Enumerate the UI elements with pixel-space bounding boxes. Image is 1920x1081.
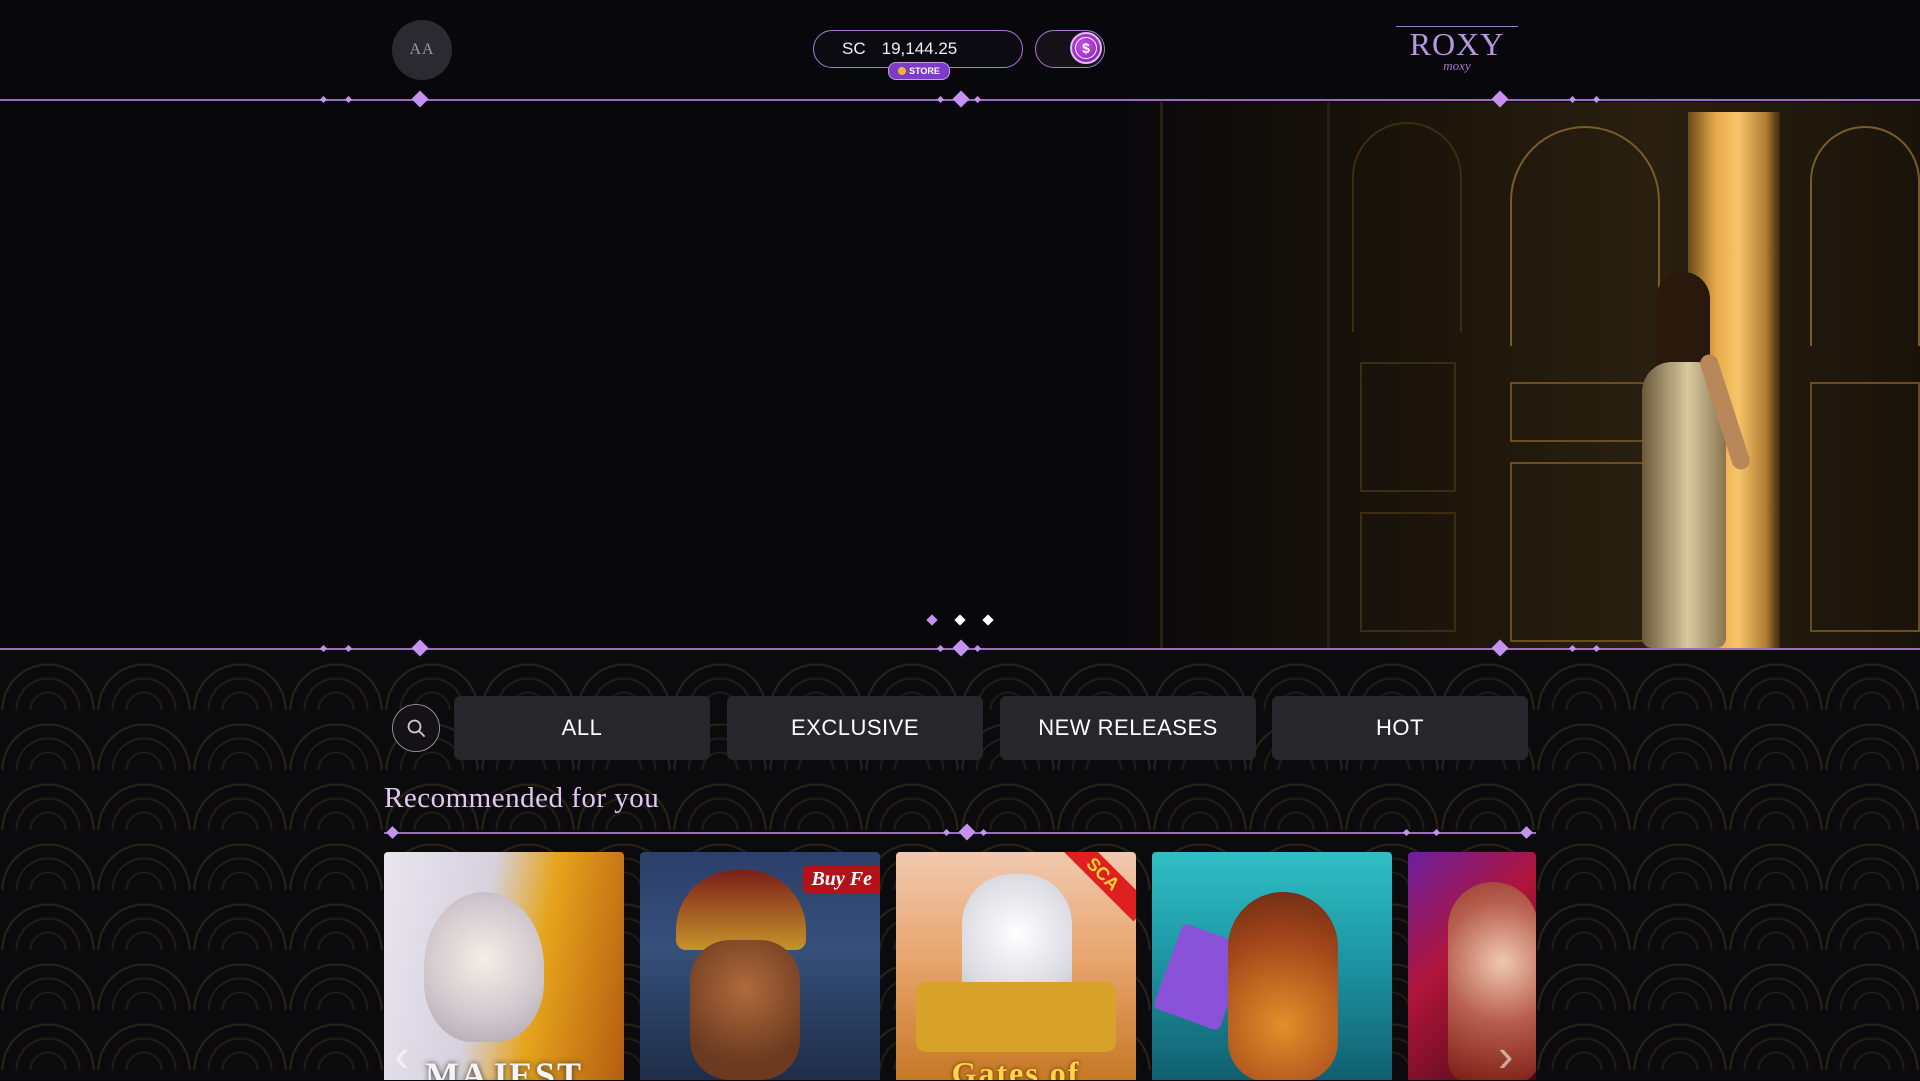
- carousel-dot-3[interactable]: [982, 614, 994, 626]
- logo-rule-top: [1396, 26, 1518, 27]
- hero-divider: [0, 639, 1920, 657]
- category-filters: ALL EXCLUSIVE NEW RELEASES HOT: [392, 696, 1528, 760]
- carousel-dots: [926, 614, 994, 626]
- site-logo[interactable]: ROXY moxy: [1392, 20, 1522, 80]
- top-header: AA SC 19,144.25 STORE $ ROXY moxy: [0, 0, 1920, 100]
- store-label: STORE: [909, 66, 940, 76]
- section-title-recommended: Recommended for you: [384, 782, 660, 814]
- carousel-dot-1[interactable]: [926, 614, 938, 626]
- carousel-next-arrow[interactable]: ›: [1498, 1032, 1513, 1078]
- recommended-carousel: MAJEST Buy Fe Gates of SCA: [384, 852, 1536, 1080]
- user-avatar[interactable]: AA: [392, 20, 452, 80]
- balance-amount: 19,144.25: [881, 39, 958, 58]
- balance-currency: SC: [842, 39, 866, 58]
- door-arch-right: [1810, 126, 1920, 346]
- door-panel-left: [1360, 362, 1456, 492]
- search-button[interactable]: [392, 704, 440, 752]
- hero-banner[interactable]: [0, 102, 1920, 648]
- game-card-wizard[interactable]: Buy Fe: [640, 852, 880, 1080]
- hero-figure: [1628, 272, 1753, 648]
- sweeps-coin-icon: $: [1070, 32, 1102, 64]
- tab-hot[interactable]: HOT: [1272, 696, 1528, 760]
- carousel-dot-2[interactable]: [954, 614, 966, 626]
- logo-main-text: ROXY: [1409, 26, 1505, 62]
- door-panel-right: [1810, 382, 1920, 632]
- game-card-woman[interactable]: [1408, 852, 1536, 1080]
- currency-toggle[interactable]: $: [1035, 30, 1105, 68]
- section-divider: [384, 823, 1536, 841]
- header-divider: [0, 90, 1920, 108]
- tab-exclusive[interactable]: EXCLUSIVE: [727, 696, 983, 760]
- tab-new-releases[interactable]: NEW RELEASES: [1000, 696, 1256, 760]
- store-button[interactable]: STORE: [888, 62, 950, 80]
- game-title-text: Gates of: [951, 1055, 1081, 1080]
- carousel-prev-arrow[interactable]: ‹: [394, 1032, 409, 1078]
- game-title-text: MAJEST: [424, 1055, 584, 1080]
- tab-all[interactable]: ALL: [454, 696, 710, 760]
- door-panel-left-2: [1360, 512, 1456, 632]
- game-card-lion[interactable]: MAJEST: [384, 852, 624, 1080]
- game-card-zeus[interactable]: Gates of SCA: [896, 852, 1136, 1080]
- search-icon: [407, 719, 425, 737]
- avatar-initials: AA: [409, 41, 435, 58]
- buy-feature-badge: Buy Fe: [803, 866, 880, 893]
- door-arch-left: [1352, 122, 1462, 332]
- door-left: [1160, 102, 1330, 648]
- game-card-owl[interactable]: [1152, 852, 1392, 1080]
- coin-icon: [898, 67, 907, 75]
